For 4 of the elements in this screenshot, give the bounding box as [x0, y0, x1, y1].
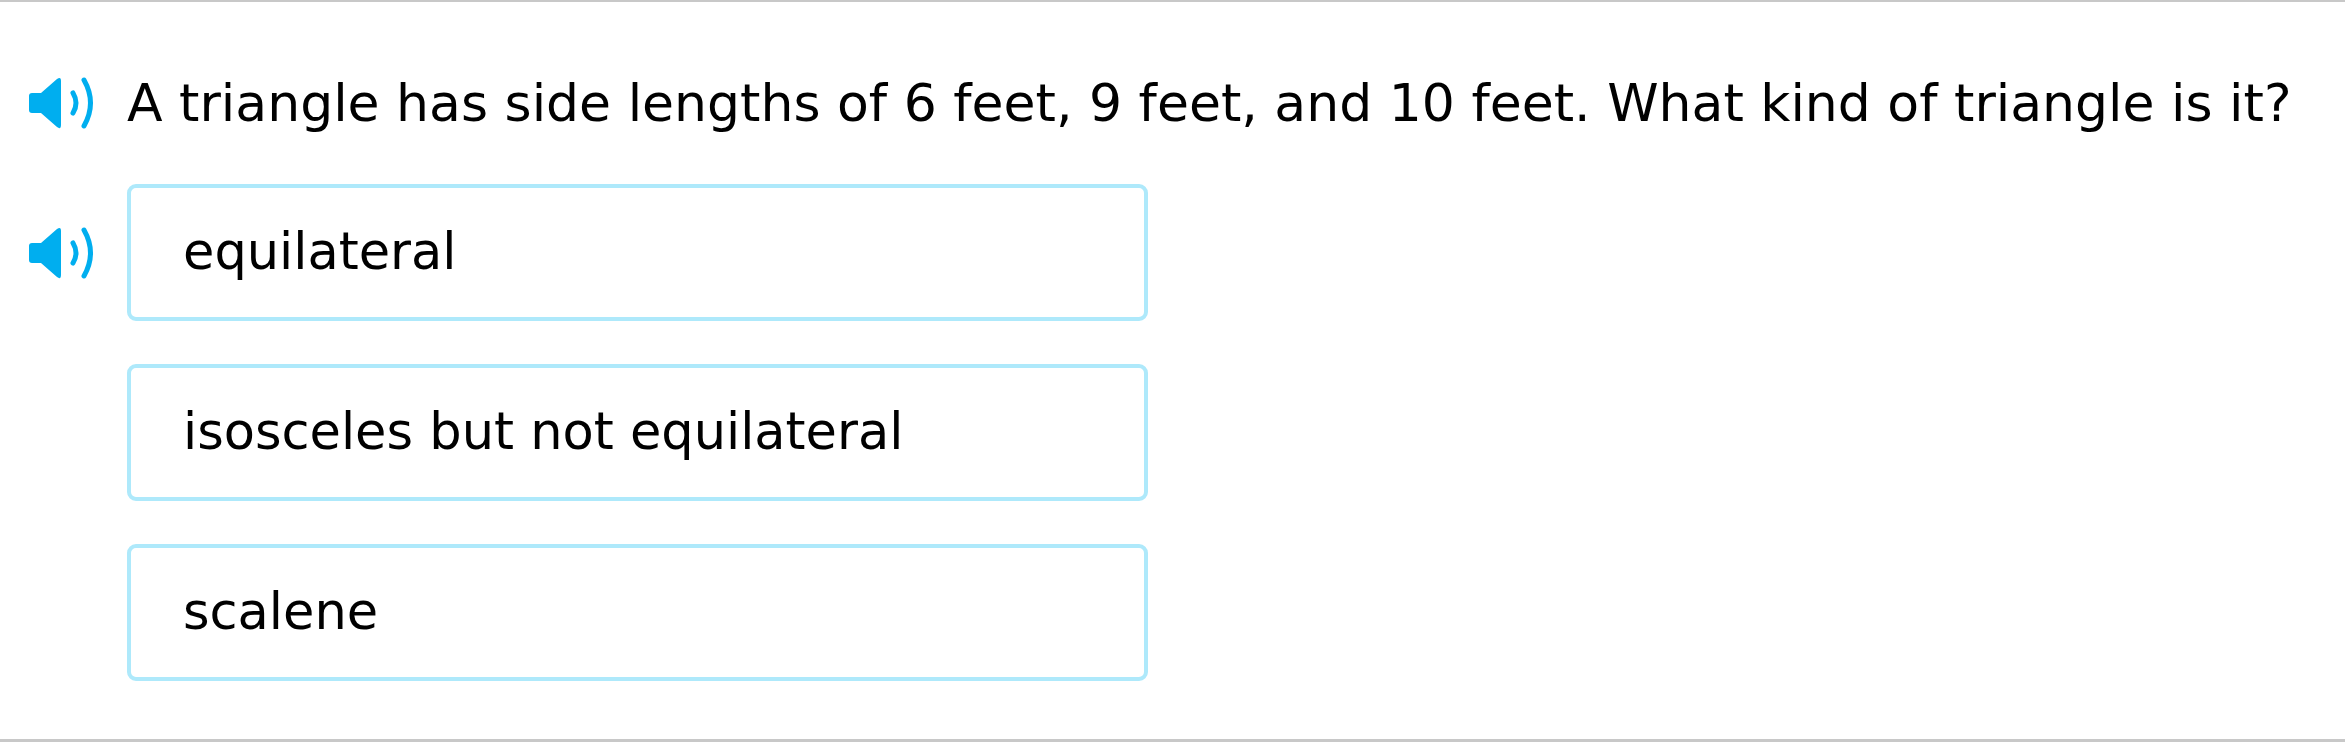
answer-option[interactable]: isosceles but not equilateral [127, 364, 1148, 501]
answer-option[interactable]: scalene [127, 544, 1148, 681]
question-text: A triangle has side lengths of 6 feet, 9 feet, and 10 feet. What kind of triangle is it? [127, 72, 2292, 135]
answer-option[interactable]: equilateral [127, 184, 1148, 321]
